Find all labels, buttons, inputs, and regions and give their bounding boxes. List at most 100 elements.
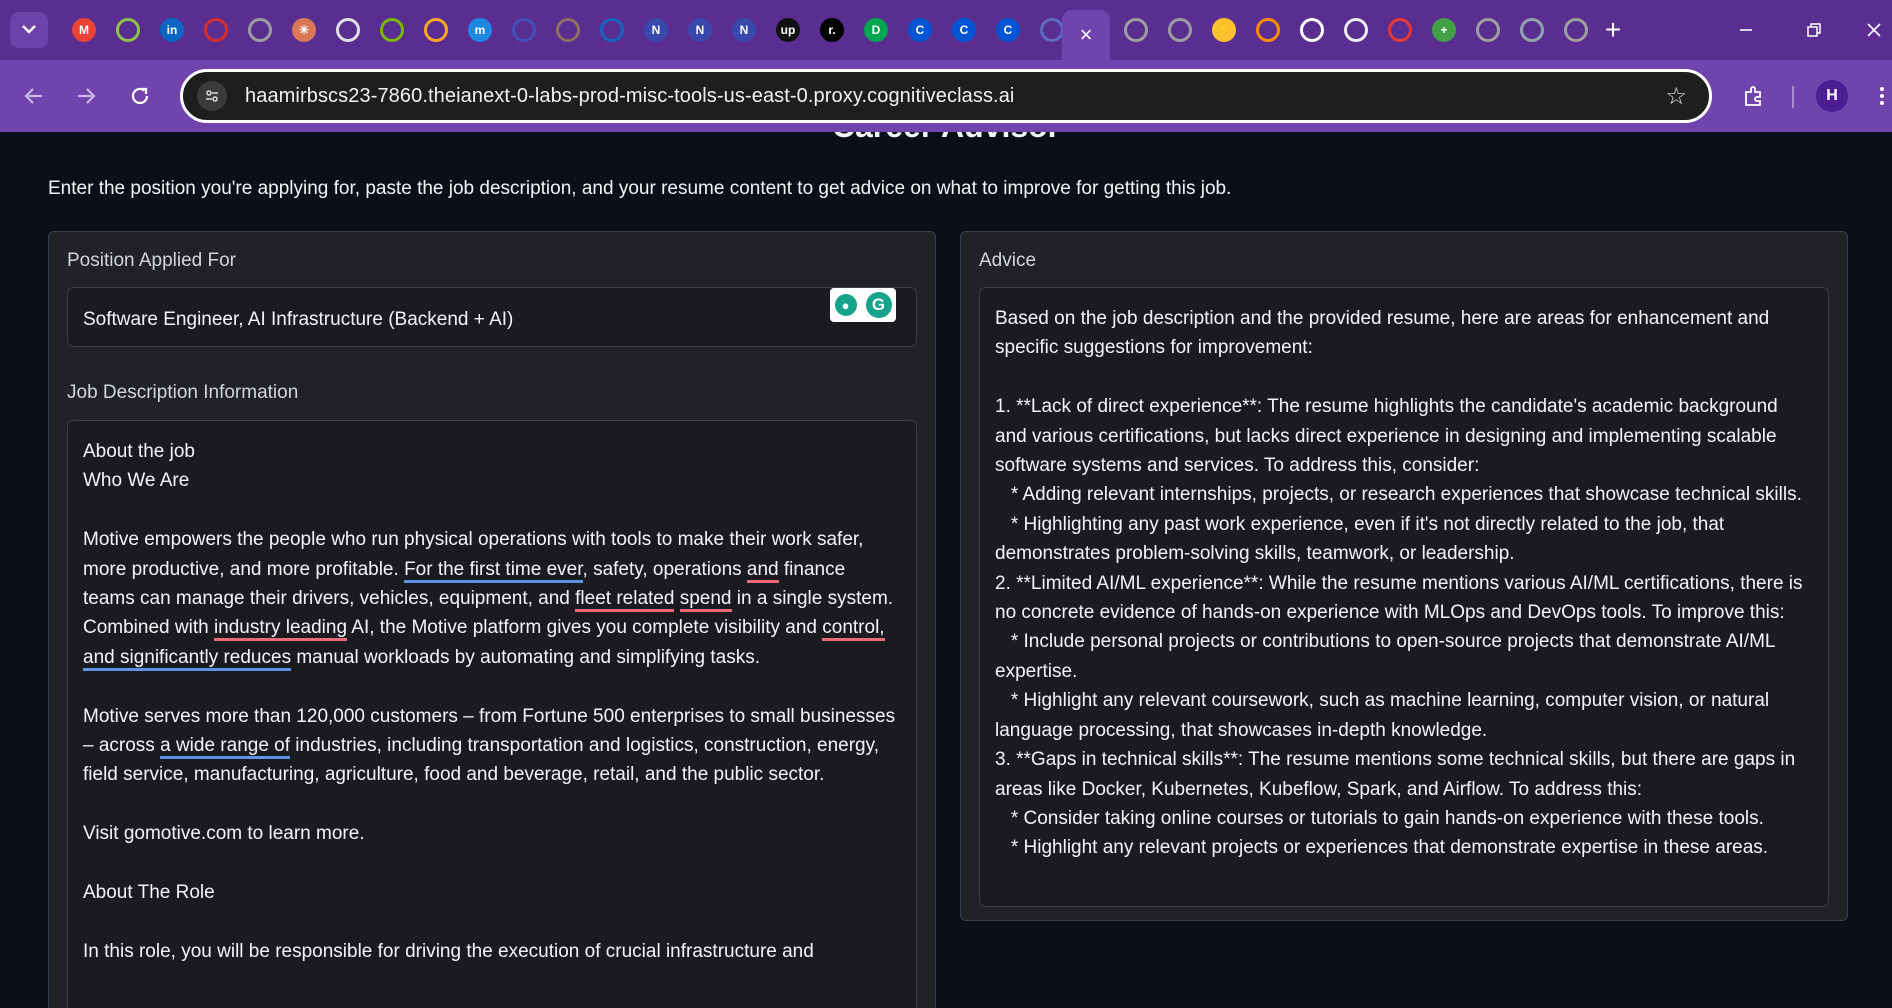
settings-orange-icon: [424, 18, 448, 42]
position-input[interactable]: Software Engineer, AI Infrastructure (Ba…: [67, 287, 917, 347]
browser-tab[interactable]: r.: [810, 14, 854, 46]
browser-tab[interactable]: [1334, 14, 1378, 46]
browser-tab[interactable]: [1290, 14, 1334, 46]
address-bar[interactable]: haamirbscs23-7860.theianext-0-labs-prod-…: [180, 69, 1712, 123]
url-text[interactable]: haamirbscs23-7860.theianext-0-labs-prod-…: [245, 85, 1014, 108]
linkedin-icon: in: [160, 18, 184, 42]
close-tab-icon[interactable]: ×: [1080, 22, 1093, 48]
browser-tab[interactable]: [1510, 14, 1554, 46]
grammar-suggestion[interactable]: a wide range of: [160, 735, 291, 760]
jd-text: [674, 588, 679, 609]
graduation-icon: [600, 18, 624, 42]
browser-tab[interactable]: [194, 14, 238, 46]
more-vertical-icon: [1880, 87, 1884, 105]
browser-tab[interactable]: C: [986, 14, 1030, 46]
close-icon: [1867, 23, 1881, 37]
minimize-button[interactable]: [1726, 12, 1766, 48]
browser-tab[interactable]: in: [150, 14, 194, 46]
browser-tab[interactable]: m: [458, 14, 502, 46]
browser-tab[interactable]: [502, 14, 546, 46]
nvidia-icon: [380, 18, 404, 42]
grammarly-widget[interactable]: ● G: [830, 288, 896, 322]
extensions-button[interactable]: [1736, 78, 1772, 114]
new-tab-button[interactable]: +: [1596, 14, 1630, 46]
arrow-right-icon: [78, 88, 96, 104]
advice-label: Advice: [979, 250, 1037, 271]
window-icon: [1520, 18, 1544, 42]
browser-tab[interactable]: [1158, 14, 1202, 46]
spelling-suggestion[interactable]: control,: [822, 617, 885, 642]
jd-text: AI, the Motive platform gives you comple…: [347, 617, 823, 639]
browser-tab[interactable]: [1246, 14, 1290, 46]
claude-icon: ✳: [292, 18, 316, 42]
spelling-suggestion[interactable]: spend: [679, 588, 732, 613]
tab-search-button[interactable]: [10, 12, 48, 48]
grammarly-icon[interactable]: G: [865, 292, 892, 318]
browser-menu-button[interactable]: [1872, 78, 1892, 114]
plus-green-icon: +: [1432, 18, 1456, 42]
globe-icon: [1564, 18, 1588, 42]
job-description-textarea[interactable]: About the job Who We Are Motive empowers…: [67, 420, 917, 1008]
browser-tab[interactable]: [106, 14, 150, 46]
reload-button[interactable]: [122, 78, 158, 114]
app-page: Career Advisor Enter the position you're…: [0, 132, 1892, 1008]
browser-tab[interactable]: [590, 14, 634, 46]
tab-strip-right: ⚡ +: [1114, 14, 1598, 46]
browser-tab[interactable]: up: [766, 14, 810, 46]
restore-button[interactable]: [1794, 12, 1834, 48]
github-icon: [1300, 18, 1324, 42]
bookmark-star-icon[interactable]: ☆: [1665, 82, 1687, 111]
browser-tab[interactable]: [1466, 14, 1510, 46]
browser-tab-bar: Min ✳ m N N Nup r. D C C C × ⚡ + +: [0, 0, 1892, 60]
cloud-icon: [1256, 18, 1280, 42]
grammar-suggestion[interactable]: For the first time ever: [404, 558, 583, 583]
browser-tab[interactable]: M: [62, 14, 106, 46]
browser-tab[interactable]: [370, 14, 414, 46]
spelling-suggestion[interactable]: fleet related: [575, 588, 675, 613]
extension-icon: [1344, 18, 1368, 42]
advice-text: Based on the job description and the pro…: [995, 308, 1803, 859]
advice-panel: Advice Based on the job description and …: [960, 231, 1848, 921]
advice-output[interactable]: Based on the job description and the pro…: [979, 287, 1829, 907]
position-value[interactable]: Software Engineer, AI Infrastructure (Ba…: [83, 305, 901, 334]
site-info-icon[interactable]: [197, 81, 227, 111]
browser-tab[interactable]: [326, 14, 370, 46]
chevron-down-icon: [22, 21, 36, 39]
browser-tab[interactable]: ⚡: [1202, 14, 1246, 46]
browser-tab[interactable]: [1114, 14, 1158, 46]
upwork-icon: up: [776, 18, 800, 42]
browser-tab[interactable]: N: [634, 14, 678, 46]
browser-tab[interactable]: ✳: [282, 14, 326, 46]
browser-tab[interactable]: [546, 14, 590, 46]
blue-ring-icon: [512, 18, 536, 42]
lightbulb-icon[interactable]: ●: [834, 294, 857, 316]
browser-tab[interactable]: [238, 14, 282, 46]
browser-tab[interactable]: C: [942, 14, 986, 46]
browser-tab[interactable]: N: [722, 14, 766, 46]
restore-icon: [1807, 23, 1821, 37]
spelling-suggestion[interactable]: industry leading: [213, 617, 348, 642]
profile-avatar[interactable]: H: [1816, 80, 1848, 112]
browser-tab[interactable]: [1554, 14, 1598, 46]
spelling-suggestion[interactable]: and: [746, 558, 779, 583]
coursera-icon: C: [908, 18, 932, 42]
browser-tab[interactable]: C: [898, 14, 942, 46]
red-globe-icon: [204, 18, 228, 42]
close-window-button[interactable]: [1856, 12, 1892, 48]
back-button[interactable]: [16, 78, 52, 114]
globe-icon: [1124, 18, 1148, 42]
coursera-icon: C: [952, 18, 976, 42]
browser-toolbar: haamirbscs23-7860.theianext-0-labs-prod-…: [0, 60, 1892, 132]
browser-tab[interactable]: [1378, 14, 1422, 46]
grammar-suggestion[interactable]: and significantly reduces: [83, 646, 292, 671]
browser-tab[interactable]: +: [1422, 14, 1466, 46]
active-tab[interactable]: ×: [1062, 10, 1110, 60]
browser-tab[interactable]: N: [678, 14, 722, 46]
browser-tab[interactable]: [414, 14, 458, 46]
forward-button[interactable]: [68, 78, 104, 114]
browser-tab[interactable]: D: [854, 14, 898, 46]
lightning-icon: ⚡: [1212, 18, 1236, 42]
globe-icon: [248, 18, 272, 42]
page-title: Career Advisor: [0, 132, 1892, 145]
toolbar-divider: [1792, 86, 1794, 108]
